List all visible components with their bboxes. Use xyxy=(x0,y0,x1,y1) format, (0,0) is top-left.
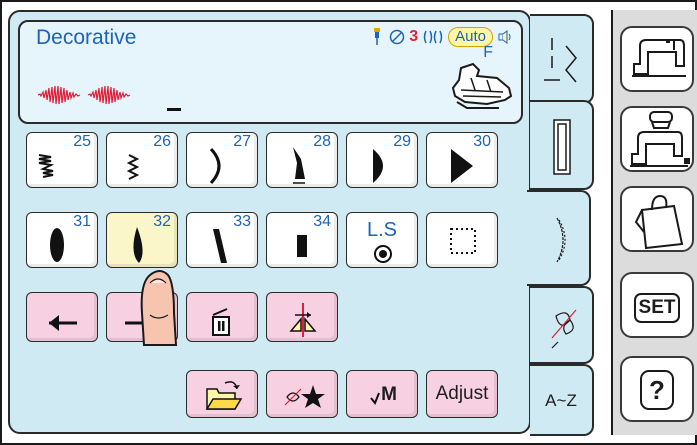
pattern-button-29[interactable]: 29 xyxy=(346,132,418,188)
stitch-star-icon xyxy=(284,385,325,408)
arrow-left-icon xyxy=(49,315,77,331)
tab-alphabet[interactable]: A~Z xyxy=(530,364,594,436)
page-title: Decorative xyxy=(36,26,137,49)
dotted-square-icon xyxy=(450,228,476,254)
pattern-button-31[interactable]: 31 xyxy=(26,212,98,268)
embroidery-machine-icon xyxy=(630,111,690,167)
straight-zigzag-tab-icon xyxy=(544,38,577,83)
pattern-button-32[interactable]: 32 xyxy=(106,212,178,268)
quilting-tab-icon xyxy=(551,309,577,349)
presser-foot-pressure-icon xyxy=(422,28,444,46)
right-button-column: SET ? xyxy=(611,10,697,435)
tab-quilting[interactable] xyxy=(530,286,594,364)
buttonhole-tab-icon xyxy=(553,119,571,175)
stitch-preview xyxy=(38,85,131,105)
pattern-button-30[interactable]: 30 xyxy=(426,132,498,188)
thread-tension-value: 3 xyxy=(409,28,419,45)
hand-pointer-icon xyxy=(140,270,178,346)
main-panel: Decorative 3 Auto F 25 26 27 28 29 30 31… xyxy=(8,10,531,434)
block-satin-icon xyxy=(297,235,307,257)
slanted-satin-stitch-icon xyxy=(293,147,305,184)
pattern-button-26[interactable]: 26 xyxy=(106,132,178,188)
tab-utility-stitches[interactable] xyxy=(530,14,594,104)
embroidery-unit-button[interactable] xyxy=(620,106,694,172)
mirror-image-icon xyxy=(289,303,317,337)
memory-button[interactable]: M xyxy=(346,370,418,418)
bobbin-thread-icon xyxy=(389,28,405,46)
tab-decorative[interactable] xyxy=(527,190,591,286)
presser-foot-icon xyxy=(451,62,513,109)
mirror-image-button[interactable] xyxy=(266,292,338,342)
sewing-machine-icon xyxy=(632,39,686,77)
triangle-satin-icon xyxy=(451,149,473,183)
presser-foot-letter: F xyxy=(483,44,493,61)
delete-button[interactable] xyxy=(186,292,258,342)
open-file-button[interactable] xyxy=(186,370,258,418)
trash-icon xyxy=(212,308,230,336)
decorative-stitch-tab-icon xyxy=(556,217,566,263)
stitch-display: Decorative 3 Auto F xyxy=(18,20,523,124)
lock-stitch-icon xyxy=(374,245,392,263)
pattern-button-28[interactable]: 28 xyxy=(266,132,338,188)
oval-satin-icon xyxy=(50,228,64,262)
diagonal-satin-icon xyxy=(213,229,227,263)
set-button[interactable]: SET xyxy=(620,272,694,338)
pattern-button-33[interactable]: 33 xyxy=(186,212,258,268)
cursor-left-button[interactable] xyxy=(26,292,98,342)
insert-cursor xyxy=(167,108,181,111)
pattern-button-27[interactable]: 27 xyxy=(186,132,258,188)
zigzag-step-stitch-icon xyxy=(38,154,55,178)
sewing-machine-button[interactable] xyxy=(620,26,694,92)
sound-icon xyxy=(497,28,513,46)
blank-pattern-button[interactable] xyxy=(426,212,498,268)
bag-icon xyxy=(634,194,684,250)
shopping-bag-button[interactable] xyxy=(620,186,694,252)
lock-stitch-button[interactable]: L.S xyxy=(346,212,418,268)
pattern-button-25[interactable]: 25 xyxy=(26,132,98,188)
help-button[interactable]: ? xyxy=(620,356,694,422)
folder-open-icon xyxy=(205,381,243,410)
favorite-stitch-button[interactable] xyxy=(266,370,338,418)
teardrop-satin-icon xyxy=(133,227,143,263)
needle-icon xyxy=(369,28,385,46)
pattern-button-34[interactable]: 34 xyxy=(266,212,338,268)
tab-buttonhole[interactable] xyxy=(530,100,594,190)
crescent-stitch-icon xyxy=(209,147,221,185)
adjust-button[interactable]: Adjust xyxy=(426,370,498,418)
half-moon-satin-icon xyxy=(373,149,383,183)
zigzag-stitch-icon xyxy=(126,154,140,180)
